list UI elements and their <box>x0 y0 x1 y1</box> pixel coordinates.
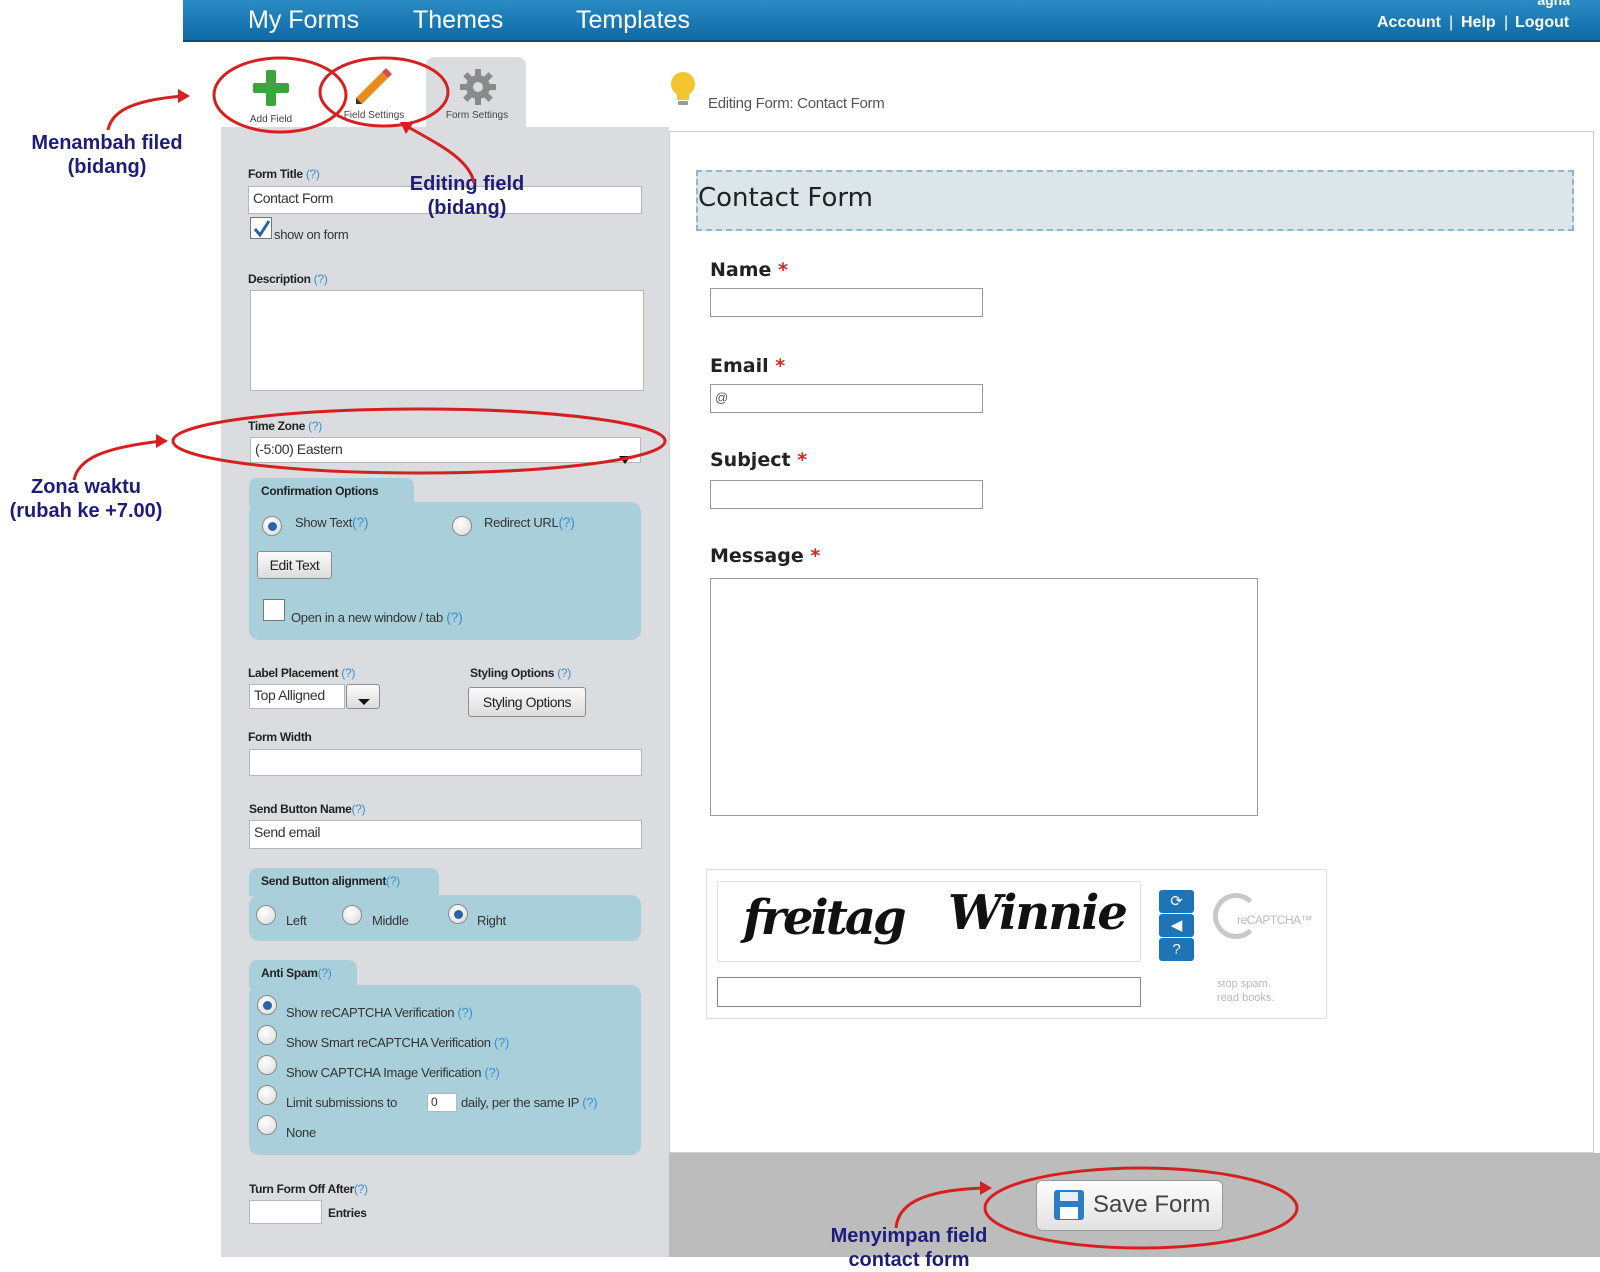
recaptcha-logo-text: reCAPTCHA™ <box>1237 913 1313 927</box>
annotation-arrow-add-field <box>106 94 184 131</box>
help-icon[interactable]: ? <box>1159 938 1194 961</box>
subject-field-label: Subject * <box>710 449 808 471</box>
annotation-arrowhead <box>156 434 168 448</box>
spam-none-label: None <box>286 1125 316 1140</box>
captcha-word-2: Winnie <box>948 885 1128 941</box>
styling-options-label: Styling Options (?) <box>470 666 571 680</box>
annotation-add-field: Menambah filed (bidang) <box>31 132 183 178</box>
turn-off-label: Turn Form Off After(?) <box>249 1182 368 1196</box>
redirect-url-label: Redirect URL(?) <box>484 514 575 530</box>
spam-recaptcha-label: Show reCAPTCHA Verification (?) <box>286 1005 473 1020</box>
subject-input[interactable] <box>710 480 983 509</box>
turn-off-entries-input[interactable] <box>249 1200 322 1224</box>
description-label: Description (?) <box>248 272 328 286</box>
nav-separator: | <box>1449 14 1454 31</box>
refresh-icon[interactable]: ⟳ <box>1159 890 1194 913</box>
form-width-input[interactable] <box>249 749 642 776</box>
annotation-save: Menyimpan field contact form <box>830 1225 988 1271</box>
send-button-name-label: Send Button Name(?) <box>249 802 366 816</box>
align-left-label: Left <box>286 913 307 928</box>
anti-spam-label: Anti Spam(?) <box>249 960 357 988</box>
limit-submissions-input[interactable]: 0 <box>427 1093 457 1112</box>
message-field-label: Message * <box>710 545 821 567</box>
plus-icon[interactable] <box>253 70 289 106</box>
spam-none-radio[interactable] <box>257 1115 277 1135</box>
account-link[interactable]: Account <box>1377 14 1441 32</box>
captcha-response-input[interactable] <box>717 977 1141 1007</box>
spam-captcha-image-radio[interactable] <box>257 1055 277 1075</box>
recaptcha-tagline-1: stop spam. <box>1217 978 1271 990</box>
redirect-url-radio[interactable] <box>452 516 472 536</box>
open-new-window-checkbox[interactable] <box>263 599 285 621</box>
tab-add-field[interactable]: Add Field <box>236 114 306 125</box>
form-width-label: Form Width <box>248 730 312 744</box>
gear-icon[interactable] <box>459 68 497 106</box>
lightbulb-icon <box>668 70 698 110</box>
captcha-word-1: freitag <box>743 890 907 946</box>
spam-captcha-image-label: Show CAPTCHA Image Verification (?) <box>286 1065 500 1080</box>
nav-templates[interactable]: Templates <box>576 6 690 35</box>
chevron-down-icon <box>358 699 370 705</box>
at-icon: @ <box>715 390 729 405</box>
description-textarea[interactable] <box>250 290 644 391</box>
time-zone-label: Time Zone (?) <box>248 419 322 433</box>
nav-my-forms[interactable]: My Forms <box>248 6 359 35</box>
nav-themes[interactable]: Themes <box>413 6 503 35</box>
spam-limit-radio[interactable] <box>257 1085 277 1105</box>
message-textarea[interactable] <box>710 578 1258 816</box>
align-right-radio[interactable] <box>448 904 468 924</box>
logout-link[interactable]: Logout <box>1515 14 1569 32</box>
audio-icon[interactable]: ◀ <box>1159 914 1194 937</box>
editing-form-header: Editing Form: Contact Form <box>708 95 885 112</box>
save-form-label[interactable]: Save Form <box>1093 1191 1210 1219</box>
pencil-icon[interactable] <box>354 66 394 106</box>
show-on-form-checkbox[interactable] <box>250 217 272 239</box>
email-field-label: Email * <box>710 355 786 377</box>
label-placement-dropdown-button[interactable] <box>346 684 380 709</box>
tab-field-settings[interactable]: Field Settings <box>333 110 415 121</box>
align-middle-label: Middle <box>372 913 409 928</box>
spam-recaptcha-radio[interactable] <box>257 995 277 1015</box>
spam-limit-label: Limit submissions to <box>286 1095 398 1110</box>
name-input[interactable] <box>710 288 983 317</box>
form-title-label: Form Title (?) <box>248 167 320 181</box>
username: agha <box>1537 0 1570 8</box>
floppy-disk-icon[interactable] <box>1054 1190 1084 1220</box>
send-alignment-label: Send Button alignment(?) <box>249 868 439 896</box>
align-right-label: Right <box>477 913 506 928</box>
email-input[interactable]: @ <box>710 384 983 413</box>
tab-form-settings-label[interactable]: Form Settings <box>432 110 522 121</box>
show-on-form-label: show on form <box>274 227 349 242</box>
annotation-editing-field: Editing field (bidang) <box>409 173 525 219</box>
annotation-time-zone: Zona waktu (rubah ke +7.00) <box>9 476 163 522</box>
form-title: Contact Form <box>698 183 873 213</box>
annotation-arrowhead <box>178 89 190 103</box>
spam-smart-recaptcha-label: Show Smart reCAPTCHA Verification (?) <box>286 1035 509 1050</box>
spam-smart-recaptcha-radio[interactable] <box>257 1025 277 1045</box>
align-middle-radio[interactable] <box>342 905 362 925</box>
nav-separator: | <box>1504 14 1509 31</box>
name-field-label: Name * <box>710 259 788 281</box>
chevron-down-icon[interactable] <box>619 451 631 464</box>
open-new-window-label: Open in a new window / tab (?) <box>291 609 463 625</box>
show-text-label: Show Text(?) <box>295 514 369 530</box>
edit-text-button[interactable]: Edit Text <box>257 551 332 579</box>
label-placement-label: Label Placement (?) <box>248 666 356 680</box>
styling-options-button[interactable]: Styling Options <box>468 687 586 717</box>
label-placement-select[interactable]: Top Alligned <box>249 684 345 709</box>
entries-label: Entries <box>328 1206 367 1220</box>
time-zone-select[interactable]: (-5:00) Eastern <box>250 437 641 463</box>
help-link[interactable]: Help <box>1461 14 1496 32</box>
show-text-radio[interactable] <box>262 516 282 536</box>
recaptcha-tagline-2: read books. <box>1217 992 1275 1004</box>
spam-limit-suffix: daily, per the same IP (?) <box>461 1095 598 1110</box>
send-button-name-input[interactable]: Send email <box>249 820 642 849</box>
send-alignment-group <box>249 895 641 941</box>
align-left-radio[interactable] <box>256 905 276 925</box>
